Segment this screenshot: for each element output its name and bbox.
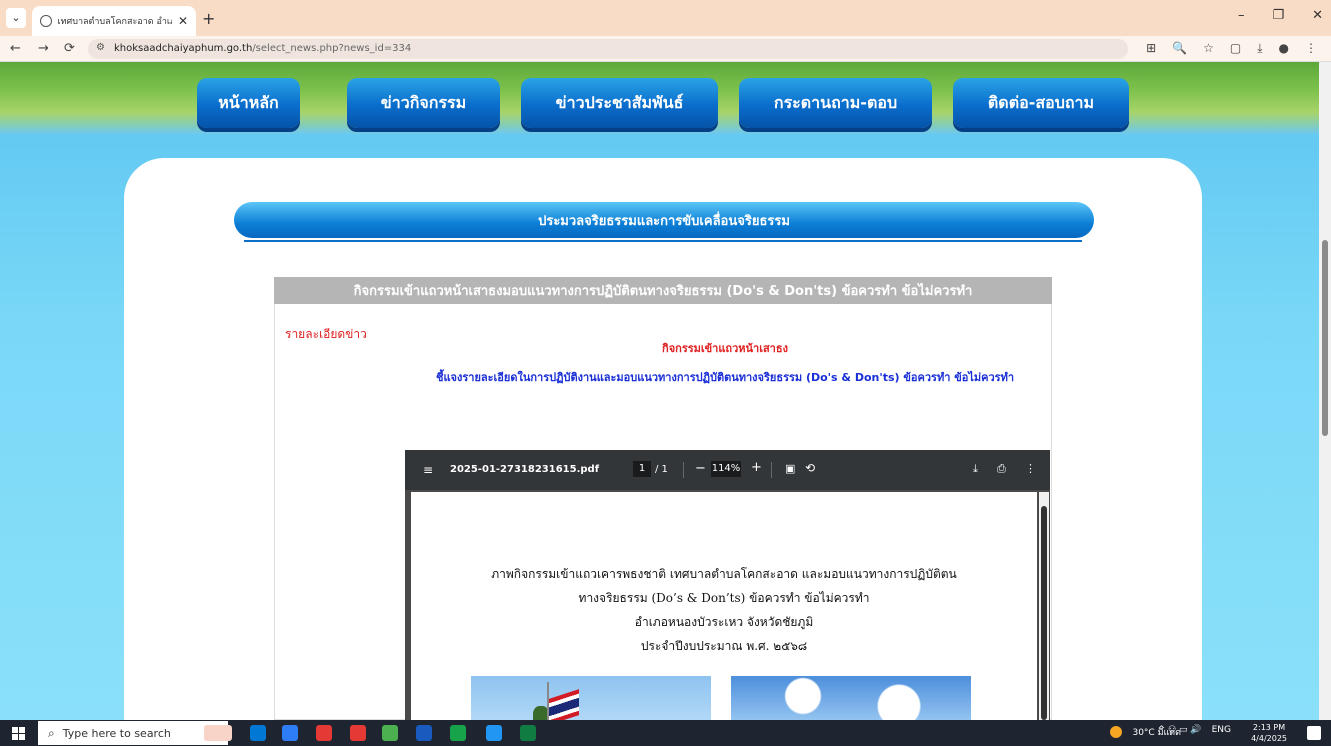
web-page: หน้าหลัก ข่าวกิจกรรม ข่าวประชาสัมพันธ์ ก… bbox=[0, 62, 1319, 720]
notification-icon[interactable] bbox=[1307, 726, 1321, 740]
edge-icon[interactable] bbox=[282, 725, 298, 741]
pdf-zoom-out-icon[interactable]: − bbox=[695, 461, 706, 476]
page-scroll-thumb[interactable] bbox=[1322, 240, 1328, 436]
taskbar-search[interactable]: ⌕ Type here to search bbox=[38, 721, 228, 745]
download-icon[interactable]: ⤓ bbox=[1257, 41, 1262, 56]
line-icon[interactable] bbox=[450, 725, 466, 741]
system-tray[interactable]: ^ ⚇ ▭ 🔊 ENG bbox=[1158, 725, 1231, 735]
chrome-profile-icon[interactable] bbox=[486, 725, 502, 741]
pdf-toolbar-divider bbox=[683, 462, 684, 478]
pdf-fit-page-icon[interactable]: ▣ bbox=[785, 462, 795, 475]
news-header: กิจกรรมเข้าแถวหน้าเสาธงมอบแนวทางการปฏิบั… bbox=[274, 277, 1052, 304]
minimize-button[interactable]: – bbox=[1238, 8, 1245, 23]
tab-close-icon[interactable]: ✕ bbox=[178, 14, 188, 28]
clock-date: 4/4/2025 bbox=[1251, 734, 1287, 743]
pdf-download-icon[interactable]: ⤓ bbox=[973, 462, 978, 476]
pdf-scrollbar[interactable] bbox=[1039, 492, 1049, 720]
page-scrollbar[interactable] bbox=[1319, 62, 1331, 720]
search-icon: ⌕ bbox=[48, 725, 55, 740]
pdf-viewer[interactable]: ≡ 2025-01-27318231615.pdf 1 / 1 − 114% +… bbox=[405, 450, 1050, 720]
tab-title: เทศบาลตำบลโคกสะอาด อำเภอหนองบัวระเหว bbox=[57, 17, 172, 27]
nav-home[interactable]: หน้าหลัก bbox=[197, 78, 300, 128]
close-window-button[interactable]: ✕ bbox=[1312, 8, 1323, 23]
pdf-page-total: / 1 bbox=[655, 464, 668, 475]
url-path: /select_news.php?news_id=334 bbox=[252, 43, 412, 54]
toolbar-icons: ⊞ 🔍 ☆ ▢ ⤓ ● ⋮ bbox=[1146, 41, 1317, 56]
sun-icon bbox=[1110, 726, 1123, 738]
pdf-toolbar-divider bbox=[771, 462, 772, 478]
url-host: khoksaadchaiyaphum.go.th bbox=[114, 43, 253, 54]
nav-contact[interactable]: ติดต่อ-สอบถาม bbox=[953, 78, 1129, 128]
pdf-menu-icon[interactable]: ≡ bbox=[423, 463, 433, 477]
nav-activities[interactable]: ข่าวกิจกรรม bbox=[347, 78, 500, 128]
clock[interactable]: 2:13 PM 4/4/2025 bbox=[1251, 722, 1287, 744]
pdf-zoom-input[interactable]: 114% bbox=[711, 461, 741, 477]
pdf-zoom-in-icon[interactable]: + bbox=[751, 460, 762, 475]
news-title: กิจกรรมเข้าแถวหน้าเสาธง bbox=[662, 342, 788, 355]
thai-flag bbox=[549, 689, 579, 720]
pdf-toolbar: ≡ 2025-01-27318231615.pdf 1 / 1 − 114% +… bbox=[405, 450, 1050, 490]
pdf-filename: 2025-01-27318231615.pdf bbox=[450, 464, 600, 475]
globe-icon: o bbox=[40, 15, 52, 27]
tray-icons[interactable]: ^ ⚇ ▭ 🔊 bbox=[1158, 725, 1202, 735]
tab-search-button[interactable]: ⌄ bbox=[6, 8, 26, 28]
nav-qa-board[interactable]: กระดานถาม-ตอบ bbox=[739, 78, 932, 128]
bookmark-star-icon[interactable]: ☆ bbox=[1203, 41, 1214, 56]
pdf-heading: ภาพกิจกรรมเข้าแถวเคารพธงชาติ เทศบาลตำบลโ… bbox=[451, 562, 997, 658]
taskbar: ⌕ Type here to search 30°C มีแดด ^ ⚇ ▭ 🔊… bbox=[0, 720, 1331, 746]
maximize-button[interactable]: ❐ bbox=[1272, 8, 1284, 23]
chrome-icon[interactable] bbox=[316, 725, 332, 741]
zoom-icon[interactable]: 🔍 bbox=[1172, 41, 1187, 56]
news-subtitle: ชี้แจงรายละเอียดในการปฏิบัติงานและมอบแนว… bbox=[435, 371, 1014, 384]
pdf-line: ประจำปีงบประมาณ พ.ศ. ๒๕๖๘ bbox=[640, 639, 808, 653]
pdf-rotate-icon[interactable]: ⟲ bbox=[805, 461, 815, 475]
site-info-icon[interactable]: ⚙ bbox=[96, 42, 105, 53]
pdf-more-icon[interactable]: ⋮ bbox=[1025, 462, 1036, 475]
clock-time: 2:13 PM bbox=[1252, 723, 1286, 732]
browser-tab[interactable]: o เทศบาลตำบลโคกสะอาด อำเภอหนองบัวระเหว ✕ bbox=[32, 6, 196, 36]
forward-button[interactable]: → bbox=[38, 41, 49, 56]
reload-button[interactable]: ⟳ bbox=[64, 41, 75, 56]
sky-photo bbox=[731, 676, 971, 720]
banner-divider bbox=[244, 240, 1082, 242]
section-banner: ประมวลจริยธรรมและการขับเคลื่อนจริยธรรม bbox=[234, 202, 1094, 238]
pdf-line: อำเภอหนองบัวระเหว จังหวัดชัยภูมิ bbox=[634, 615, 814, 629]
pdf-print-icon[interactable]: ⎙ bbox=[997, 462, 1006, 476]
pdf-page: ภาพกิจกรรมเข้าแถวเคารพธงชาติ เทศบาลตำบลโ… bbox=[411, 492, 1037, 720]
browser-menu-icon[interactable]: ⋮ bbox=[1305, 41, 1317, 56]
pdf-line: ทางจริยธรรม (Do’s & Don’ts) ข้อควรทำ ข้อ… bbox=[578, 591, 870, 605]
pdf-scroll-thumb[interactable] bbox=[1041, 506, 1047, 720]
url-input[interactable]: ⚙ khoksaadchaiyaphum.go.th/select_news.p… bbox=[88, 39, 1128, 59]
search-placeholder: Type here to search bbox=[62, 726, 171, 740]
language-indicator[interactable]: ENG bbox=[1212, 725, 1231, 735]
tab-strip: ⌄ o เทศบาลตำบลโคกสะอาด อำเภอหนองบัวระเหว… bbox=[0, 0, 1331, 36]
pdf-line: ภาพกิจกรรมเข้าแถวเคารพธงชาติ เทศบาลตำบลโ… bbox=[491, 567, 957, 581]
excel-icon[interactable] bbox=[520, 725, 536, 741]
address-bar: ← → ⟳ ⚙ khoksaadchaiyaphum.go.th/select_… bbox=[0, 36, 1331, 62]
pdf-page-input[interactable]: 1 bbox=[633, 461, 651, 477]
extensions-icon[interactable]: ▢ bbox=[1230, 41, 1241, 56]
profile-avatar-icon[interactable]: ● bbox=[1279, 41, 1289, 56]
youtube-icon[interactable] bbox=[350, 725, 366, 741]
url-text: khoksaadchaiyaphum.go.th/select_news.php… bbox=[114, 43, 411, 54]
window-controls: – ❐ ✕ bbox=[1238, 8, 1323, 23]
explorer-icon[interactable] bbox=[382, 725, 398, 741]
back-button[interactable]: ← bbox=[10, 41, 21, 56]
nav-pr-news[interactable]: ข่าวประชาสัมพันธ์ bbox=[521, 78, 718, 128]
windows-start-icon[interactable] bbox=[12, 727, 25, 740]
flag-photo bbox=[471, 676, 711, 720]
translate-icon[interactable]: ⊞ bbox=[1146, 41, 1156, 56]
detail-label: รายละเอียดข่าว bbox=[285, 327, 367, 341]
new-tab-button[interactable]: + bbox=[202, 9, 215, 28]
task-view-icon[interactable] bbox=[250, 725, 266, 741]
mascot-icon[interactable] bbox=[204, 725, 232, 741]
word-icon[interactable] bbox=[416, 725, 432, 741]
